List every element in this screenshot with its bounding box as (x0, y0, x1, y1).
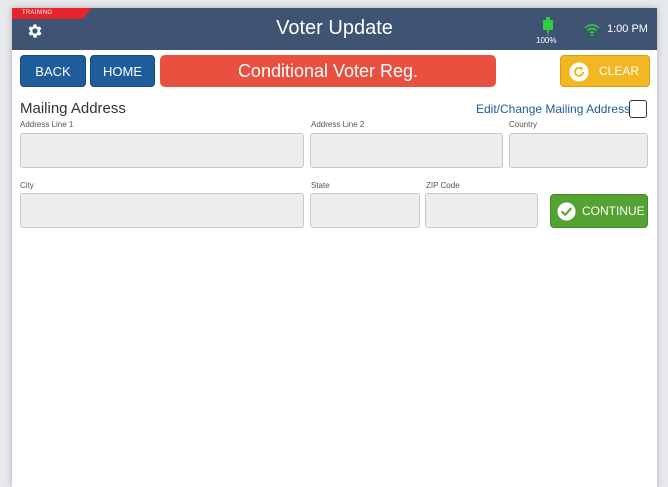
clock: 1:00 PM (607, 23, 648, 35)
address-line-1-label: Address Line 1 (20, 120, 74, 129)
app-window: TRAINING Voter Update 100% 1:00 PM BACK … (12, 8, 657, 487)
country-label: Country (509, 120, 538, 129)
state-label: State (311, 181, 330, 190)
zip-code-field[interactable] (425, 193, 538, 228)
app-title: Voter Update (276, 17, 393, 39)
check-circle-icon (557, 202, 576, 221)
clear-button-label: CLEAR (599, 64, 640, 78)
wifi-icon (584, 24, 600, 36)
address-line-1-field[interactable] (20, 133, 304, 168)
battery-percentage: 100% (536, 36, 557, 45)
status-banner: Conditional Voter Reg. (160, 55, 496, 87)
clear-button[interactable]: CLEAR (560, 55, 650, 87)
city-field[interactable] (20, 193, 304, 228)
battery-icon (543, 17, 553, 37)
back-button[interactable]: BACK (20, 55, 86, 87)
country-field[interactable] (509, 133, 648, 168)
continue-button[interactable]: CONTINUE (550, 194, 648, 228)
refresh-icon (569, 62, 589, 82)
edit-mailing-address-link[interactable]: Edit/Change Mailing Address (476, 102, 630, 116)
state-field[interactable] (310, 193, 420, 228)
address-line-2-label: Address Line 2 (311, 120, 365, 129)
section-title: Mailing Address (20, 100, 126, 117)
address-line-2-field[interactable] (310, 133, 503, 168)
zip-code-label: ZIP Code (426, 181, 460, 190)
edit-mailing-address-checkbox[interactable] (629, 100, 647, 118)
continue-button-label: CONTINUE (582, 204, 645, 218)
home-button[interactable]: HOME (90, 55, 155, 87)
city-label: City (20, 181, 34, 190)
title-bar: TRAINING Voter Update 100% 1:00 PM (12, 8, 657, 50)
